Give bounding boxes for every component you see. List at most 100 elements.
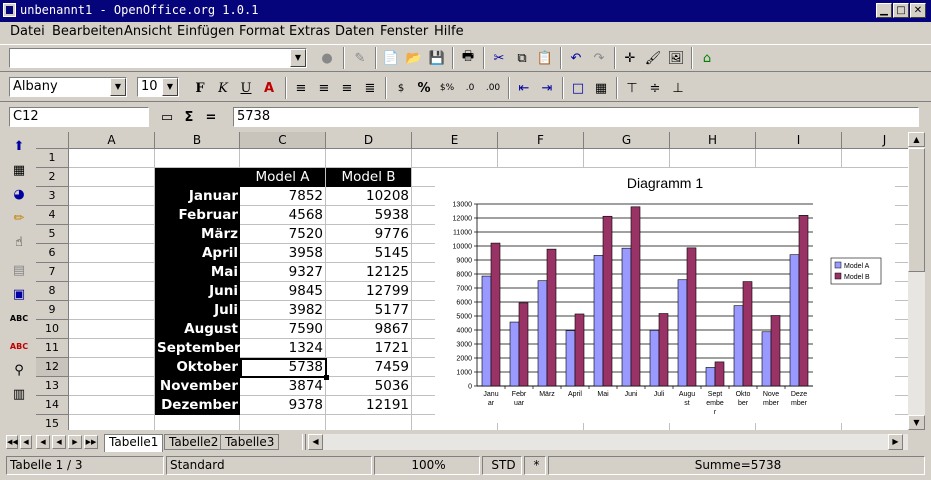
row-header[interactable]: 13 xyxy=(36,377,69,396)
column-header[interactable]: I xyxy=(756,132,842,149)
chevron-down-icon[interactable]: ▼ xyxy=(110,78,126,96)
model-a-cell[interactable]: 7520 xyxy=(240,225,325,244)
tab-tabelle2[interactable]: Tabelle2 xyxy=(164,434,224,450)
form-functions-icon[interactable]: ☝ xyxy=(8,231,30,253)
edit-mode-icon[interactable]: ▤ xyxy=(8,259,30,281)
name-box[interactable]: C12 xyxy=(9,107,149,127)
chevron-down-icon[interactable]: ▼ xyxy=(162,78,178,96)
month-label-cell[interactable]: Juli xyxy=(155,301,240,320)
new-document-icon[interactable]: 📄 xyxy=(380,47,402,69)
vertical-scrollbar[interactable]: ▲ ▼ xyxy=(908,132,925,430)
align-right-icon[interactable]: ≡ xyxy=(336,77,358,99)
scroll-down-icon[interactable]: ▼ xyxy=(908,415,925,430)
month-label-cell[interactable]: April xyxy=(155,244,240,263)
next-sheet-icon[interactable]: ▶ xyxy=(68,435,82,449)
model-a-cell[interactable]: 9378 xyxy=(240,396,325,415)
model-b-cell[interactable]: 12799 xyxy=(326,282,411,301)
row-header[interactable]: 8 xyxy=(36,282,69,301)
row-header[interactable]: 1 xyxy=(36,149,69,168)
menu-format[interactable]: Format xyxy=(239,24,285,39)
tab-tabelle3[interactable]: Tabelle3 xyxy=(220,434,280,450)
menu-einfuegen[interactable]: Einfügen xyxy=(177,24,234,39)
column-header[interactable]: D xyxy=(326,132,412,149)
month-label-cell[interactable]: Mai xyxy=(155,263,240,282)
borders-icon[interactable]: □ xyxy=(567,77,589,99)
select-all-corner[interactable] xyxy=(36,132,69,149)
model-b-cell[interactable]: 5036 xyxy=(326,377,411,396)
navigator-icon[interactable]: ✛ xyxy=(619,47,641,69)
model-a-cell[interactable]: 7852 xyxy=(240,187,325,206)
percent-format-icon[interactable]: % xyxy=(413,77,435,99)
menu-hilfe[interactable]: Hilfe xyxy=(434,24,464,39)
save-icon[interactable]: 💾 xyxy=(426,47,448,69)
menu-ansicht[interactable]: Ansicht xyxy=(124,24,172,39)
prev-sheet-icon[interactable]: ◀ xyxy=(36,435,50,449)
stylist-icon[interactable]: 🖌 xyxy=(642,47,664,69)
row-header[interactable]: 12 xyxy=(36,358,69,377)
prev-sheet-alt-icon[interactable]: ◀ xyxy=(52,435,66,449)
month-label-cell[interactable]: August xyxy=(155,320,240,339)
gallery-icon[interactable]: 🖼 xyxy=(665,47,687,69)
first-sheet-alt-icon[interactable]: ◀ xyxy=(20,435,32,449)
find-replace-icon[interactable]: ⚲ xyxy=(8,359,30,381)
scroll-left-icon[interactable]: ◀ xyxy=(308,434,323,450)
model-b-cell[interactable]: 5938 xyxy=(326,206,411,225)
column-header[interactable]: B xyxy=(155,132,240,149)
status-insert-mode[interactable]: STD xyxy=(482,456,522,475)
model-a-cell[interactable]: 1324 xyxy=(240,339,325,358)
row-header[interactable]: 3 xyxy=(36,187,69,206)
row-header[interactable]: 9 xyxy=(36,301,69,320)
redo-icon[interactable]: ↷ xyxy=(588,47,610,69)
status-zoom[interactable]: 100% xyxy=(374,456,480,475)
align-center-icon[interactable]: ≡ xyxy=(313,77,335,99)
insert-object-icon[interactable]: ◕ xyxy=(8,183,30,205)
model-b-cell[interactable]: 9867 xyxy=(326,320,411,339)
model-a-cell[interactable]: 3958 xyxy=(240,244,325,263)
function-equals-icon[interactable]: = xyxy=(200,106,222,128)
row-header[interactable]: 10 xyxy=(36,320,69,339)
cell-cursor[interactable] xyxy=(240,358,329,380)
menu-daten[interactable]: Daten xyxy=(335,24,374,39)
scroll-right-icon[interactable]: ▶ xyxy=(888,434,903,450)
row-header[interactable]: 11 xyxy=(36,339,69,358)
autospellcheck-icon[interactable]: ABC xyxy=(8,335,30,357)
data-pilot-icon[interactable]: ▥ xyxy=(8,383,30,405)
first-sheet-icon[interactable]: ◀◀ xyxy=(6,435,18,449)
align-left-icon[interactable]: ≡ xyxy=(290,77,312,99)
minimize-button[interactable]: ▁ xyxy=(876,3,892,18)
autoformat-icon[interactable]: ▣ xyxy=(8,283,30,305)
last-sheet-icon[interactable]: ▶▶ xyxy=(84,435,98,449)
scroll-up-icon[interactable]: ▲ xyxy=(908,132,925,147)
data-sources-icon[interactable]: ⌂ xyxy=(696,47,718,69)
header-model-b[interactable]: Model B xyxy=(326,168,411,187)
justify-icon[interactable]: ≣ xyxy=(359,77,381,99)
insert-cells-icon[interactable]: ▦ xyxy=(8,159,30,181)
copy-icon[interactable]: ⧉ xyxy=(511,47,533,69)
scroll-thumb[interactable] xyxy=(908,148,925,272)
column-header[interactable]: A xyxy=(69,132,155,149)
cut-icon[interactable]: ✂ xyxy=(488,47,510,69)
row-header[interactable]: 5 xyxy=(36,225,69,244)
open-folder-icon[interactable]: 📂 xyxy=(403,47,425,69)
month-label-cell[interactable]: November xyxy=(155,377,240,396)
font-name-combo[interactable]: Albany ▼ xyxy=(9,77,127,97)
align-middle-icon[interactable]: ≑ xyxy=(644,77,666,99)
insert-icon[interactable]: ⬆ xyxy=(8,135,30,157)
model-b-cell[interactable]: 5177 xyxy=(326,301,411,320)
column-header[interactable]: E xyxy=(412,132,498,149)
standard-format-icon[interactable]: $% xyxy=(436,77,458,99)
model-a-cell[interactable]: 9327 xyxy=(240,263,325,282)
row-header[interactable]: 15 xyxy=(36,415,69,430)
month-label-cell[interactable]: Januar xyxy=(155,187,240,206)
delete-decimal-icon[interactable]: .00 xyxy=(482,77,504,99)
row-header[interactable]: 14 xyxy=(36,396,69,415)
maximize-button[interactable]: □ xyxy=(893,3,909,18)
model-a-cell[interactable]: 3982 xyxy=(240,301,325,320)
italic-icon[interactable]: K xyxy=(212,77,234,99)
model-b-cell[interactable]: 12191 xyxy=(326,396,411,415)
menu-datei[interactable]: Datei xyxy=(10,24,45,39)
column-header[interactable]: G xyxy=(584,132,670,149)
chart[interactable]: Diagramm 1 0 1000 2000 3000 4000 5000 6000 7000 8… xyxy=(435,168,895,423)
sum-icon[interactable]: Σ xyxy=(178,106,200,128)
table-corner-cell[interactable] xyxy=(155,168,240,187)
